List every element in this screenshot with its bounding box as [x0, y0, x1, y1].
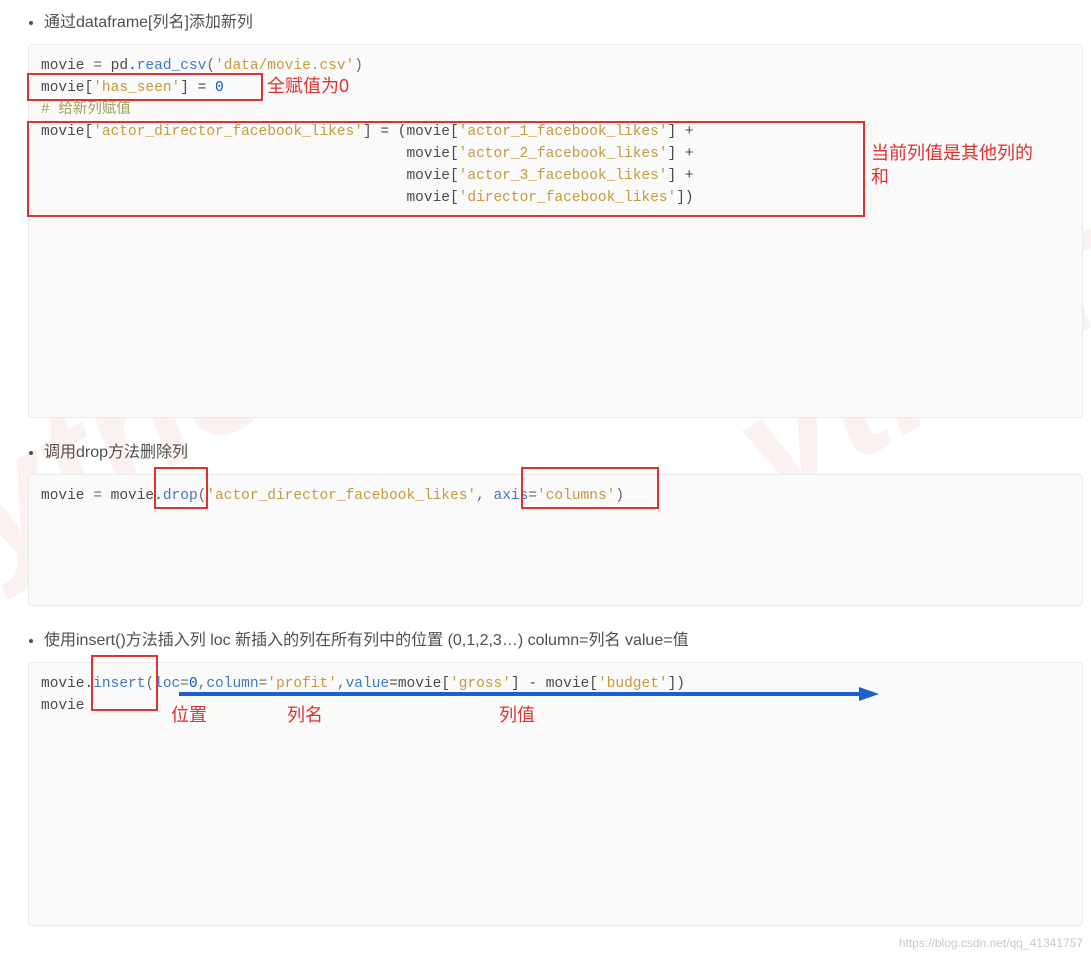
anno-loc: 位置 — [171, 703, 207, 727]
anno-sum-line1: 当前列值是其他列的 — [871, 141, 1033, 165]
anno-all-zero: 全赋值为0 — [267, 74, 349, 98]
anno-sum-line2: 和 — [871, 165, 889, 189]
csdn-watermark: https://blog.csdn.net/qq_41341757 — [899, 936, 1083, 950]
bullet-3-text: 使用insert()方法插入列 loc 新插入的列在所有列中的位置 (0,1,2… — [44, 626, 689, 650]
bullet-1: 通过dataframe[列名]添加新列 movie = pd.read_csv(… — [44, 8, 1083, 418]
bullet-2: 调用drop方法删除列 movie = movie.drop('actor_di… — [44, 438, 1083, 606]
code-block-3: movie.insert(loc=0,column='profit',value… — [28, 662, 1083, 926]
bullet-3: 使用insert()方法插入列 loc 新插入的列在所有列中的位置 (0,1,2… — [44, 626, 1083, 926]
anno-column: 列名 — [287, 703, 323, 727]
bullet-1-text: 通过dataframe[列名]添加新列 — [44, 8, 253, 32]
code-block-1: movie = pd.read_csv('data/movie.csv') mo… — [28, 44, 1083, 418]
anno-value: 列值 — [499, 703, 535, 727]
bullet-2-text: 调用drop方法删除列 — [44, 438, 188, 462]
article-list: 通过dataframe[列名]添加新列 movie = pd.read_csv(… — [24, 8, 1083, 926]
code-block-2: movie = movie.drop('actor_director_faceb… — [28, 474, 1083, 606]
